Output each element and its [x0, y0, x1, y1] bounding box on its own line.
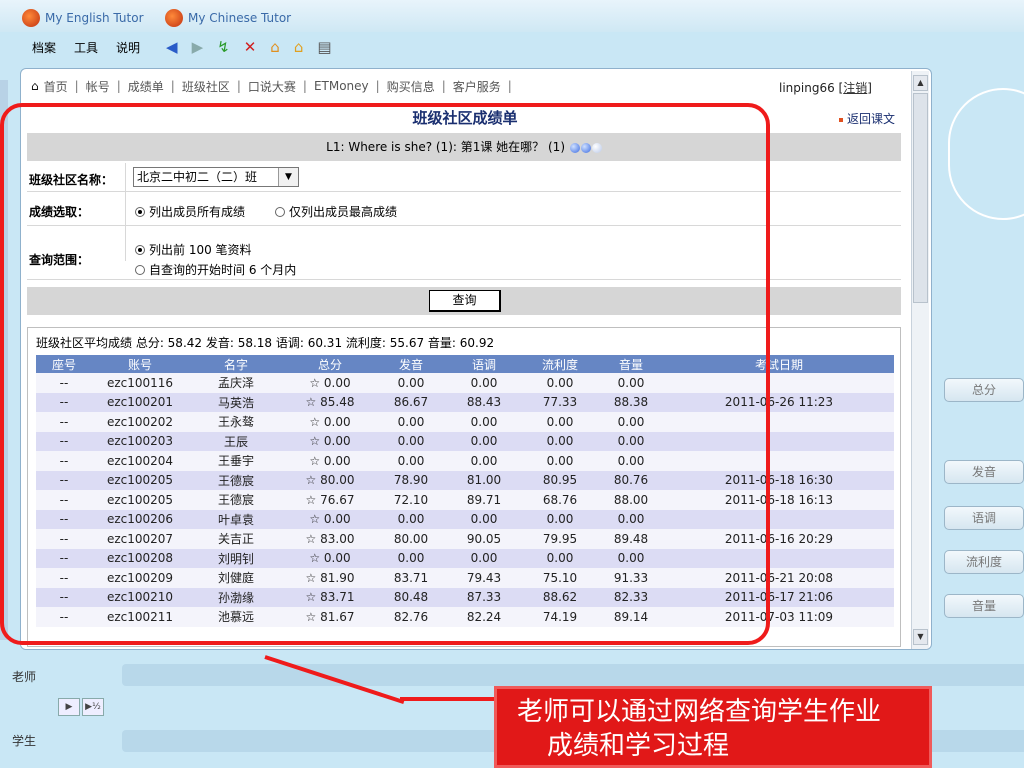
username: linping66 — [779, 81, 835, 95]
refresh-icon[interactable]: ↯ — [217, 39, 230, 55]
scroll-down-icon[interactable]: ▼ — [913, 629, 928, 645]
toolbar: ◀ ▶ ↯ ✕ ⌂ ⌂ ▤ — [166, 39, 332, 55]
home-nav-icon[interactable]: ⌂ — [31, 79, 39, 93]
speech-bubble — [948, 88, 1024, 220]
tab-chinese-tutor[interactable]: My Chinese Tutor — [165, 9, 291, 27]
nav-report[interactable]: 成绩单 — [128, 78, 164, 95]
callout-line — [400, 697, 500, 701]
print-icon[interactable]: ▤ — [317, 39, 331, 55]
back-to-lesson-link[interactable]: 返回课文 — [839, 110, 895, 127]
side-button-total[interactable]: 总分 — [944, 378, 1024, 402]
caption-line-1: 老师可以通过网络查询学生作业 — [517, 697, 882, 727]
vertical-scrollbar[interactable]: ▲ ▼ — [911, 71, 929, 649]
caption-line-2: 成绩和学习过程 — [547, 731, 730, 761]
tab-english-tutor[interactable]: My English Tutor — [22, 9, 144, 27]
nav-contest[interactable]: 口说大赛 — [248, 78, 296, 95]
highlight-rectangle — [0, 103, 770, 645]
teacher-label: 老师 — [12, 670, 37, 684]
home-icon[interactable]: ⌂ — [270, 39, 280, 55]
user-info: linping66 [注销] — [779, 81, 872, 95]
menu-file[interactable]: 档案 — [32, 39, 56, 56]
menu-bar: 档案 工具 说明 ◀ ▶ ↯ ✕ ⌂ ⌂ ▤ — [0, 32, 1024, 62]
back-icon[interactable]: ◀ — [166, 39, 178, 55]
logo-icon — [165, 9, 183, 27]
logout-link[interactable]: 注销 — [843, 81, 867, 95]
play-icon[interactable]: ▶ — [58, 698, 80, 716]
logo-icon — [22, 9, 40, 27]
nav-home[interactable]: 首页 — [44, 78, 68, 95]
menu-tools[interactable]: 工具 — [74, 39, 98, 56]
favorites-home-icon[interactable]: ⌂ — [294, 39, 304, 55]
menu-help[interactable]: 说明 — [116, 39, 140, 56]
teacher-audio-bar[interactable] — [122, 664, 1024, 686]
tab-english-label: My English Tutor — [45, 11, 144, 25]
side-button-fluency[interactable]: 流利度 — [944, 550, 1024, 574]
forward-icon[interactable]: ▶ — [192, 39, 204, 55]
student-label: 学生 — [12, 734, 37, 748]
tab-chinese-label: My Chinese Tutor — [188, 11, 292, 25]
scroll-thumb[interactable] — [913, 93, 928, 303]
nav-community[interactable]: 班级社区 — [182, 78, 230, 95]
nav-account[interactable]: 帐号 — [86, 78, 110, 95]
scroll-up-icon[interactable]: ▲ — [913, 75, 928, 91]
half-speed-icon[interactable]: ▶½ — [82, 698, 104, 716]
close-icon[interactable]: ✕ — [244, 39, 257, 55]
side-button-volume[interactable]: 音量 — [944, 594, 1024, 618]
nav-service[interactable]: 客户服务 — [453, 78, 501, 95]
nav-etmoney[interactable]: ETMoney — [314, 79, 369, 93]
side-button-pronunciation[interactable]: 发音 — [944, 460, 1024, 484]
nav-purchase[interactable]: 购买信息 — [387, 78, 435, 95]
app-title-bar: My English Tutor My Chinese Tutor — [0, 0, 1024, 32]
caption-box: 老师可以通过网络查询学生作业 成绩和学习过程 — [494, 686, 932, 768]
side-button-tone[interactable]: 语调 — [944, 506, 1024, 530]
